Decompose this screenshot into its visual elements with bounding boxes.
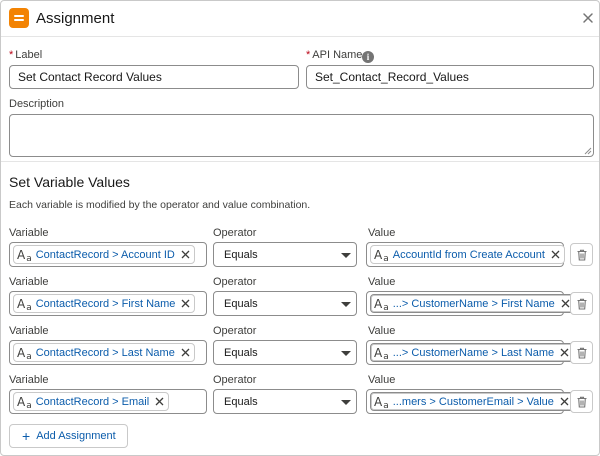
assignment-row: Variable Operator Value Aa ContactRecord… <box>1 374 599 422</box>
chevron-down-icon <box>341 253 351 258</box>
description-field-label: Description <box>9 98 65 110</box>
value-column-label: Value <box>368 227 396 239</box>
api-name-input[interactable] <box>306 65 594 89</box>
value-pill-text: ...> CustomerName > Last Name <box>392 346 555 359</box>
delete-row-button[interactable] <box>570 292 593 315</box>
value-input[interactable]: Aa AccountId from Create Account <box>366 242 565 267</box>
variable-pill: Aa ContactRecord > Last Name <box>13 343 195 362</box>
text-type-icon: Aa <box>374 345 389 362</box>
text-type-icon: Aa <box>17 296 32 313</box>
plus-icon: + <box>22 428 31 444</box>
trash-icon <box>577 249 587 261</box>
chevron-down-icon <box>341 302 351 307</box>
variable-pill-text: ContactRecord > First Name <box>35 297 176 310</box>
text-type-icon: Aa <box>374 296 389 313</box>
operator-value: Equals <box>224 249 258 261</box>
value-input[interactable]: Aa ...mers > CustomerEmail > Value <box>366 389 574 414</box>
remove-icon[interactable] <box>561 299 570 308</box>
label-input[interactable] <box>9 65 299 89</box>
remove-icon[interactable] <box>181 299 190 308</box>
operator-value: Equals <box>224 347 258 359</box>
info-icon[interactable]: i <box>362 51 374 63</box>
remove-icon[interactable] <box>181 250 190 259</box>
add-assignment-button[interactable]: + Add Assignment <box>9 424 128 448</box>
variable-column-label: Variable <box>9 325 49 337</box>
text-type-icon: Aa <box>374 247 389 264</box>
remove-icon[interactable] <box>181 348 190 357</box>
assignment-panel: Assignment *Label *API Name i Descriptio… <box>0 0 600 456</box>
label-field-label: * Label <box>9 49 43 61</box>
chevron-down-icon <box>341 351 351 356</box>
variable-column-label: Variable <box>9 374 49 386</box>
trash-icon <box>577 396 587 408</box>
description-textarea[interactable] <box>9 114 594 157</box>
delete-row-button[interactable] <box>570 390 593 413</box>
section-title: Set Variable Values <box>9 174 130 190</box>
value-pill-text: ...> CustomerName > First Name <box>392 297 555 310</box>
text-type-icon: Aa <box>17 394 32 411</box>
panel-header: Assignment <box>1 1 599 37</box>
value-column-label: Value <box>368 325 396 337</box>
section-description: Each variable is modified by the operato… <box>9 199 311 211</box>
operator-value: Equals <box>224 396 258 408</box>
assignment-row: Variable Operator Value Aa ContactRecord… <box>1 276 599 324</box>
variable-column-label: Variable <box>9 227 49 239</box>
variable-pill-text: ContactRecord > Account ID <box>35 248 175 261</box>
text-type-icon: Aa <box>17 345 32 362</box>
operator-select[interactable]: Equals <box>213 291 357 316</box>
delete-row-button[interactable] <box>570 243 593 266</box>
delete-row-button[interactable] <box>570 341 593 364</box>
text-type-icon: Aa <box>374 394 389 411</box>
remove-icon[interactable] <box>155 397 164 406</box>
operator-column-label: Operator <box>213 325 257 337</box>
resize-grip-icon[interactable] <box>584 147 592 155</box>
operator-column-label: Operator <box>213 227 257 239</box>
close-icon[interactable] <box>581 11 595 25</box>
variable-pill: Aa ContactRecord > First Name <box>13 294 196 313</box>
operator-column-label: Operator <box>213 276 257 288</box>
chevron-down-icon <box>341 400 351 405</box>
value-pill: Aa AccountId from Create Account <box>370 245 565 264</box>
variable-column-label: Variable <box>9 276 49 288</box>
assignment-icon <box>9 8 29 28</box>
panel-title: Assignment <box>36 10 115 27</box>
variable-input[interactable]: Aa ContactRecord > Last Name <box>9 340 207 365</box>
remove-icon[interactable] <box>560 348 569 357</box>
operator-select[interactable]: Equals <box>213 340 357 365</box>
api-name-field-label: * API Name <box>306 49 363 61</box>
remove-icon[interactable] <box>560 397 569 406</box>
operator-select[interactable]: Equals <box>213 242 357 267</box>
remove-icon[interactable] <box>551 250 560 259</box>
variable-pill-text: ContactRecord > Email <box>35 395 150 408</box>
operator-select[interactable]: Equals <box>213 389 357 414</box>
value-input[interactable]: Aa ...> CustomerName > Last Name <box>366 340 575 365</box>
trash-icon <box>577 298 587 310</box>
required-marker: * <box>306 49 311 61</box>
trash-icon <box>577 347 587 359</box>
divider <box>1 161 599 162</box>
operator-column-label: Operator <box>213 374 257 386</box>
operator-value: Equals <box>224 298 258 310</box>
variable-input[interactable]: Aa ContactRecord > First Name <box>9 291 207 316</box>
variable-pill: Aa ContactRecord > Account ID <box>13 245 195 264</box>
required-marker: * <box>9 49 14 61</box>
text-type-icon: Aa <box>17 247 32 264</box>
variable-pill: Aa ContactRecord > Email <box>13 392 170 411</box>
value-column-label: Value <box>368 374 396 386</box>
value-pill: Aa ...> CustomerName > Last Name <box>370 343 575 362</box>
variable-input[interactable]: Aa ContactRecord > Email <box>9 389 207 414</box>
variable-input[interactable]: Aa ContactRecord > Account ID <box>9 242 207 267</box>
value-pill: Aa ...mers > CustomerEmail > Value <box>370 392 574 411</box>
value-pill: Aa ...> CustomerName > First Name <box>370 294 575 313</box>
value-pill-text: AccountId from Create Account <box>392 248 545 261</box>
assignment-row: Variable Operator Value Aa ContactRecord… <box>1 325 599 373</box>
value-pill-text: ...mers > CustomerEmail > Value <box>392 395 554 408</box>
value-column-label: Value <box>368 276 396 288</box>
add-assignment-label: Add Assignment <box>36 430 116 442</box>
value-input[interactable]: Aa ...> CustomerName > First Name <box>366 291 575 316</box>
variable-pill-text: ContactRecord > Last Name <box>35 346 175 359</box>
assignment-row: Variable Operator Value Aa ContactRecord… <box>1 227 599 275</box>
